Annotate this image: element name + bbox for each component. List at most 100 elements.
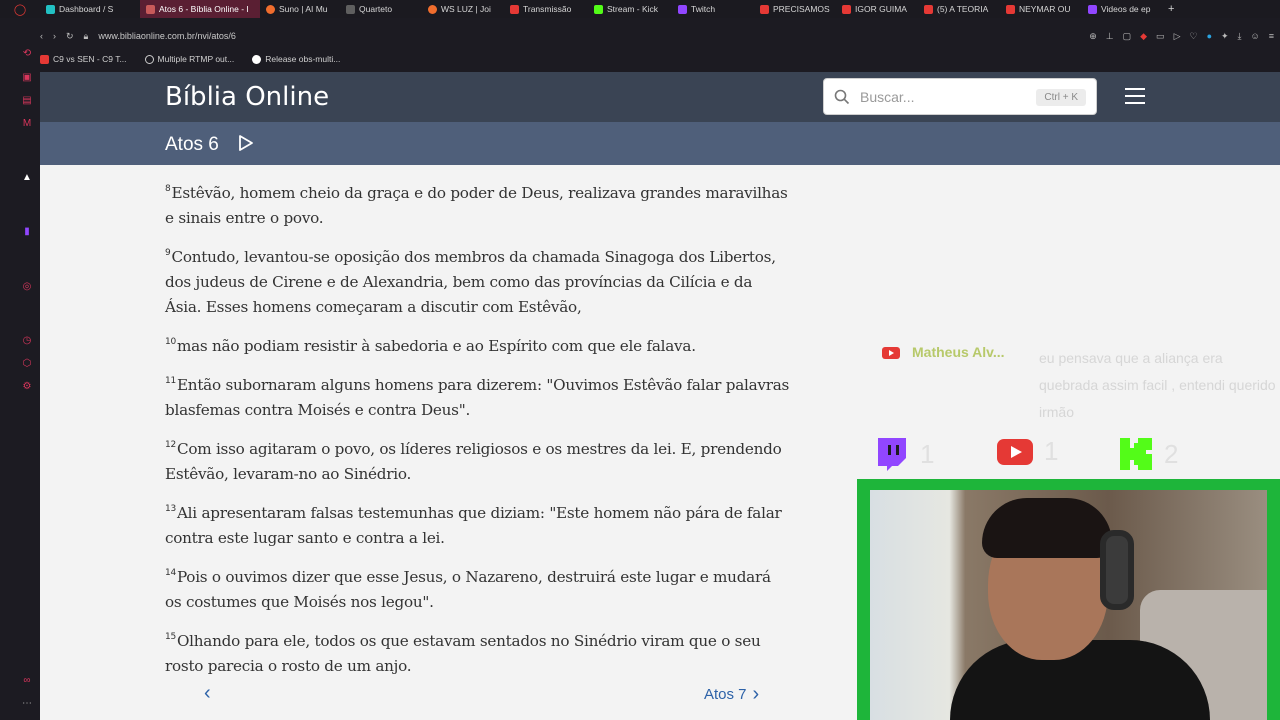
tab-favicon-icon	[146, 4, 155, 14]
twitch-sidebar-icon[interactable]: ▮	[21, 226, 33, 238]
search-box[interactable]: Ctrl + K	[823, 78, 1097, 115]
tab-favicon-icon	[346, 4, 355, 14]
youtube-icon	[997, 438, 1033, 465]
bookmark[interactable]: C9 vs SEN - C9 T...	[40, 54, 127, 64]
kick-counter: 2	[1118, 436, 1178, 472]
tab[interactable]: WS LUZ | Joi	[422, 0, 504, 18]
verse-number: 9	[165, 248, 171, 258]
webcam-video	[870, 490, 1267, 720]
twitch-counter: 1	[874, 436, 934, 472]
lock-icon: 🔒︎	[83, 30, 89, 41]
chevron-left-icon: ‹	[204, 682, 211, 704]
youtube-favicon-icon	[842, 4, 851, 14]
tab[interactable]: Suno | AI Mu	[260, 0, 340, 18]
youtube-favicon-icon	[760, 4, 769, 14]
pin-icon[interactable]: ⊥	[1106, 31, 1114, 42]
play-icon[interactable]: ▷	[1174, 31, 1181, 42]
kick-favicon-icon	[594, 4, 603, 14]
bookmark[interactable]: Release obs-multi...	[252, 54, 340, 64]
play-audio-icon[interactable]	[237, 134, 255, 152]
search-input[interactable]	[860, 88, 1020, 105]
tab[interactable]: Stream - Kick	[588, 0, 672, 18]
next-chapter-button[interactable]: Atos 7 ›	[704, 683, 759, 706]
tab[interactable]: IGOR GUIMA	[836, 0, 918, 18]
tab-active[interactable]: Atos 6 - Bíblia Online - I	[140, 0, 260, 18]
settings-icon[interactable]: ⚙	[21, 381, 33, 393]
youtube-counter: 1	[996, 436, 1058, 467]
target-icon[interactable]: ◎	[21, 281, 33, 293]
verse: 13Ali apresentaram falsas testemunhas qu…	[165, 504, 782, 547]
clock-icon[interactable]: ◷	[21, 335, 33, 347]
tab[interactable]: Dashboard / S	[40, 0, 140, 18]
tab[interactable]: PRECISAMOS	[754, 0, 836, 18]
history-icon[interactable]: ⟲	[21, 48, 33, 60]
chapter-title: Atos 6	[165, 134, 219, 155]
bookmarks-bar: C9 vs SEN - C9 T... Multiple RTMP out...…	[40, 52, 1280, 66]
twitch-favicon-icon	[1088, 4, 1097, 14]
bag-icon[interactable]: ▣	[21, 72, 33, 84]
viewer-counters: 1 1 2	[874, 436, 1280, 476]
tab[interactable]: Twitch	[672, 0, 754, 18]
verse: 11Então subornaram alguns homens para di…	[165, 376, 790, 419]
shield-icon[interactable]: ◆	[1140, 31, 1147, 42]
youtube-favicon-icon	[1006, 4, 1015, 14]
url-field[interactable]: www.bibliaonline.com.br/nvi/atos/6	[98, 31, 236, 41]
snapshot-icon[interactable]: ▢	[1123, 31, 1132, 42]
chapter-text: 8Estêvão, homem cheio da graça e do pode…	[165, 177, 790, 689]
globe-icon	[144, 54, 154, 64]
cube-icon[interactable]: ⬡	[21, 358, 33, 370]
verse: 12Com isso agitaram o povo, os líderes r…	[165, 440, 782, 483]
youtube-favicon-icon	[924, 4, 933, 14]
bookmark-favicon-icon	[40, 54, 49, 64]
verse-number: 8	[165, 184, 171, 194]
aria-icon[interactable]: ▲	[21, 172, 33, 184]
github-icon	[252, 54, 262, 64]
streamer-hair	[982, 498, 1112, 558]
tab[interactable]: Quarteto	[340, 0, 422, 18]
zoom-icon[interactable]: ⊕	[1089, 31, 1097, 42]
verse: 8Estêvão, homem cheio da graça e do pode…	[165, 184, 788, 227]
tab[interactable]: Transmissão	[504, 0, 588, 18]
twitch-favicon-icon	[678, 4, 687, 14]
verse-number: 12	[165, 440, 176, 450]
download-icon[interactable]: ⤓	[1238, 31, 1242, 42]
notes-icon[interactable]: ▤	[21, 95, 33, 107]
menu-icon[interactable]: ≡	[1269, 31, 1274, 42]
back-icon[interactable]: ‹	[40, 31, 43, 41]
wallet-icon[interactable]: ▭	[1156, 31, 1165, 42]
headset	[1100, 530, 1134, 610]
forward-icon[interactable]: ›	[53, 31, 56, 41]
tab[interactable]: Videos de ep	[1082, 0, 1162, 18]
previous-chapter-button[interactable]: ‹	[204, 682, 211, 705]
tab[interactable]: NEYMAR OU	[1000, 0, 1082, 18]
reload-icon[interactable]: ↻	[66, 31, 74, 42]
webcam-frame	[857, 479, 1280, 720]
ox-icon[interactable]: ∞	[21, 675, 33, 687]
search-shortcut-badge: Ctrl + K	[1036, 89, 1086, 106]
verse-number: 11	[165, 376, 176, 386]
kick-icon	[1120, 438, 1152, 470]
verse: 9Contudo, levantou-se oposição dos membr…	[165, 248, 776, 316]
address-bar: ‹ › ↻ 🔒︎ www.bibliaonline.com.br/nvi/ato…	[40, 26, 1280, 46]
extensions-icon[interactable]: ✦	[1221, 31, 1229, 42]
chat-message: eu pensava que a aliança era quebrada as…	[1039, 350, 1276, 420]
new-tab-button[interactable]: +	[1162, 0, 1182, 18]
vpn-icon[interactable]: ●	[1207, 31, 1212, 42]
more-icon[interactable]: ⋯	[21, 698, 33, 710]
tab-favicon-icon	[266, 4, 275, 14]
heart-icon[interactable]: ♡	[1189, 31, 1197, 42]
address-actions: ⊕ ⊥ ▢ ◆ ▭ ▷ ♡ ● ✦ ⤓ ☺ ≡	[1089, 31, 1274, 42]
hamburger-menu-button[interactable]	[1125, 88, 1145, 106]
verse-number: 14	[165, 568, 176, 578]
opera-logo-icon[interactable]: ◯	[0, 0, 40, 18]
chevron-right-icon: ›	[752, 683, 760, 705]
tab-favicon-icon	[428, 4, 437, 14]
verse-number: 13	[165, 504, 176, 514]
verse: 15Olhando para ele, todos os que estavam…	[165, 632, 761, 675]
tab[interactable]: (5) A TEORIA	[918, 0, 1000, 18]
verse-number: 10	[165, 337, 176, 347]
site-logo[interactable]: Bíblia Online	[165, 82, 329, 112]
bookmark[interactable]: Multiple RTMP out...	[144, 54, 234, 64]
gmail-icon[interactable]: M	[21, 118, 33, 130]
profile-icon[interactable]: ☺	[1251, 31, 1260, 42]
